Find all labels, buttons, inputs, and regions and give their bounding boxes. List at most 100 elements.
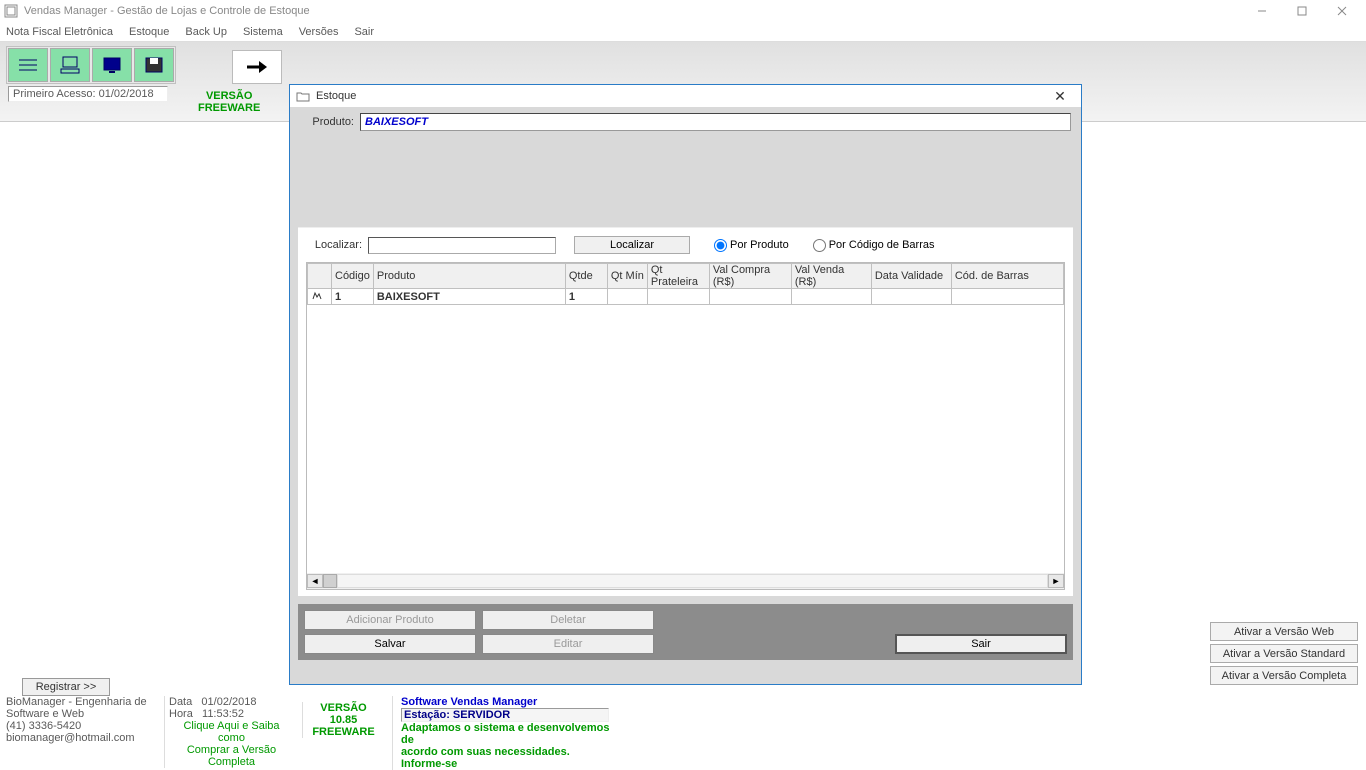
radio-por-produto-input[interactable] — [714, 239, 727, 252]
footer-buy-link-l2[interactable]: Comprar a Versão — [169, 744, 294, 756]
ativar-web-label: Ativar a Versão Web — [1234, 626, 1334, 638]
ativar-standard-label: Ativar a Versão Standard — [1223, 648, 1345, 660]
footer-hora-lbl: Hora — [169, 708, 193, 720]
footer-phone: (41) 3336-5420 — [6, 720, 156, 732]
version-label: VERSÃO FREEWARE — [198, 90, 260, 114]
col-codigo[interactable]: Código — [332, 264, 374, 289]
app-icon — [4, 4, 18, 18]
toolbar-disk-icon[interactable] — [134, 48, 174, 82]
footer-version-l2: 10.85 — [307, 714, 380, 726]
localizar-button-label: Localizar — [610, 239, 654, 251]
scroll-left-icon[interactable]: ◄ — [307, 574, 323, 588]
radio-por-codigo-label: Por Código de Barras — [829, 239, 935, 251]
footer-data-lbl: Data — [169, 696, 192, 708]
dialog-title: Estoque — [316, 90, 1045, 102]
dialog-title-bar: Estoque ✕ — [290, 85, 1081, 107]
menu-sair[interactable]: Sair — [354, 26, 374, 38]
scroll-thumb[interactable] — [323, 574, 337, 588]
col-valcompra[interactable]: Val Compra (R$) — [709, 264, 791, 289]
radio-por-codigo[interactable]: Por Código de Barras — [813, 239, 935, 252]
salvar-button[interactable]: Salvar — [304, 634, 476, 654]
footer-company-info: BioManager - Engenharia de Software e We… — [6, 696, 156, 744]
cell-valvenda[interactable] — [791, 289, 871, 305]
toolbar-monitor-icon[interactable] — [92, 48, 132, 82]
produto-value: BAIXESOFT — [365, 116, 428, 128]
menu-backup[interactable]: Back Up — [185, 26, 227, 38]
produto-label: Produto: — [300, 116, 360, 128]
menu-nota-fiscal[interactable]: Nota Fiscal Eletrônica — [6, 26, 113, 38]
maximize-button[interactable] — [1282, 1, 1322, 21]
menu-bar: Nota Fiscal Eletrônica Estoque Back Up S… — [0, 22, 1366, 42]
registrar-button[interactable]: Registrar >> — [22, 678, 110, 696]
ativar-standard-button[interactable]: Ativar a Versão Standard — [1210, 644, 1358, 663]
deletar-button[interactable]: Deletar — [482, 610, 654, 630]
footer-buy-link-l3[interactable]: Completa — [169, 756, 294, 768]
col-indicator — [308, 264, 332, 289]
footer-data-val: 01/02/2018 — [201, 696, 256, 708]
footer-desc-l1: Adaptamos o sistema e desenvolvemos de — [401, 722, 614, 746]
footer-desc-l2: acordo com suas necessidades. Informe-se — [401, 746, 614, 770]
close-button[interactable] — [1322, 1, 1362, 21]
version-line-2: FREEWARE — [198, 102, 260, 114]
horizontal-scrollbar[interactable]: ◄ ► — [307, 573, 1064, 589]
footer-software-col: Software Vendas Manager Estação: SERVIDO… — [392, 696, 614, 770]
cell-codbarras[interactable] — [951, 289, 1063, 305]
col-datavalid[interactable]: Data Validade — [871, 264, 951, 289]
registrar-label: Registrar >> — [36, 681, 97, 693]
search-section: Localizar: Localizar Por Produto Por Cód… — [298, 227, 1073, 596]
minimize-button[interactable] — [1242, 1, 1282, 21]
col-valvenda[interactable]: Val Venda (R$) — [791, 264, 871, 289]
radio-por-produto[interactable]: Por Produto — [714, 239, 789, 252]
footer-version-l3: FREEWARE — [307, 726, 380, 738]
footer-datetime-col: Data 01/02/2018 Hora 11:53:52 Clique Aqu… — [164, 696, 294, 768]
cell-datavalid[interactable] — [871, 289, 951, 305]
grid-row[interactable]: 1 BAIXESOFT 1 — [308, 289, 1064, 305]
localizar-label: Localizar: — [306, 239, 362, 251]
footer-hora-val: 11:53:52 — [202, 708, 244, 720]
col-codbarras[interactable]: Cód. de Barras — [951, 264, 1063, 289]
activate-button-group: Ativar a Versão Web Ativar a Versão Stan… — [1210, 622, 1358, 685]
col-qtmin[interactable]: Qt Mín — [607, 264, 647, 289]
toolbar-button-group — [6, 46, 176, 84]
toolbar-list-icon[interactable] — [8, 48, 48, 82]
menu-sistema[interactable]: Sistema — [243, 26, 283, 38]
cell-codigo[interactable]: 1 — [332, 289, 374, 305]
arrow-right-button[interactable] — [232, 50, 282, 84]
toolbar-pc-icon[interactable] — [50, 48, 90, 82]
estoque-dialog: Estoque ✕ Produto: BAIXESOFT Localizar: … — [289, 84, 1082, 685]
editar-label: Editar — [554, 638, 583, 650]
ativar-completa-button[interactable]: Ativar a Versão Completa — [1210, 666, 1358, 685]
footer-buy-link-l1[interactable]: Clique Aqui e Saiba como — [169, 720, 294, 744]
adicionar-produto-label: Adicionar Produto — [346, 614, 433, 626]
produto-field[interactable]: BAIXESOFT — [360, 113, 1071, 131]
sair-button[interactable]: Sair — [895, 634, 1067, 654]
editar-button[interactable]: Editar — [482, 634, 654, 654]
dialog-close-button[interactable]: ✕ — [1045, 88, 1075, 105]
adicionar-produto-button[interactable]: Adicionar Produto — [304, 610, 476, 630]
col-qtprat[interactable]: Qt Prateleira — [647, 264, 709, 289]
localizar-input[interactable] — [368, 237, 556, 254]
scroll-track[interactable] — [337, 574, 1048, 588]
estoque-grid: Código Produto Qtde Qt Mín Qt Prateleira… — [306, 262, 1065, 590]
cell-qtprat[interactable] — [647, 289, 709, 305]
col-produto[interactable]: Produto — [373, 264, 565, 289]
cell-valcompra[interactable] — [709, 289, 791, 305]
deletar-label: Deletar — [550, 614, 585, 626]
ativar-completa-label: Ativar a Versão Completa — [1222, 670, 1347, 682]
cell-qtmin[interactable] — [607, 289, 647, 305]
window-title: Vendas Manager - Gestão de Lojas e Contr… — [24, 5, 1242, 17]
cell-qtde[interactable]: 1 — [565, 289, 607, 305]
footer-software-header: Software Vendas Manager — [401, 696, 614, 708]
col-qtde[interactable]: Qtde — [565, 264, 607, 289]
dialog-button-bar: Adicionar Produto Salvar Deletar Editar … — [298, 604, 1073, 660]
footer-email: biomanager@hotmail.com — [6, 732, 156, 744]
ativar-web-button[interactable]: Ativar a Versão Web — [1210, 622, 1358, 641]
cell-produto[interactable]: BAIXESOFT — [373, 289, 565, 305]
footer-station: Estação: SERVIDOR — [401, 708, 609, 722]
menu-versoes[interactable]: Versões — [299, 26, 339, 38]
footer-company-l2: Software e Web — [6, 708, 156, 720]
scroll-right-icon[interactable]: ► — [1048, 574, 1064, 588]
menu-estoque[interactable]: Estoque — [129, 26, 169, 38]
localizar-button[interactable]: Localizar — [574, 236, 690, 254]
radio-por-codigo-input[interactable] — [813, 239, 826, 252]
